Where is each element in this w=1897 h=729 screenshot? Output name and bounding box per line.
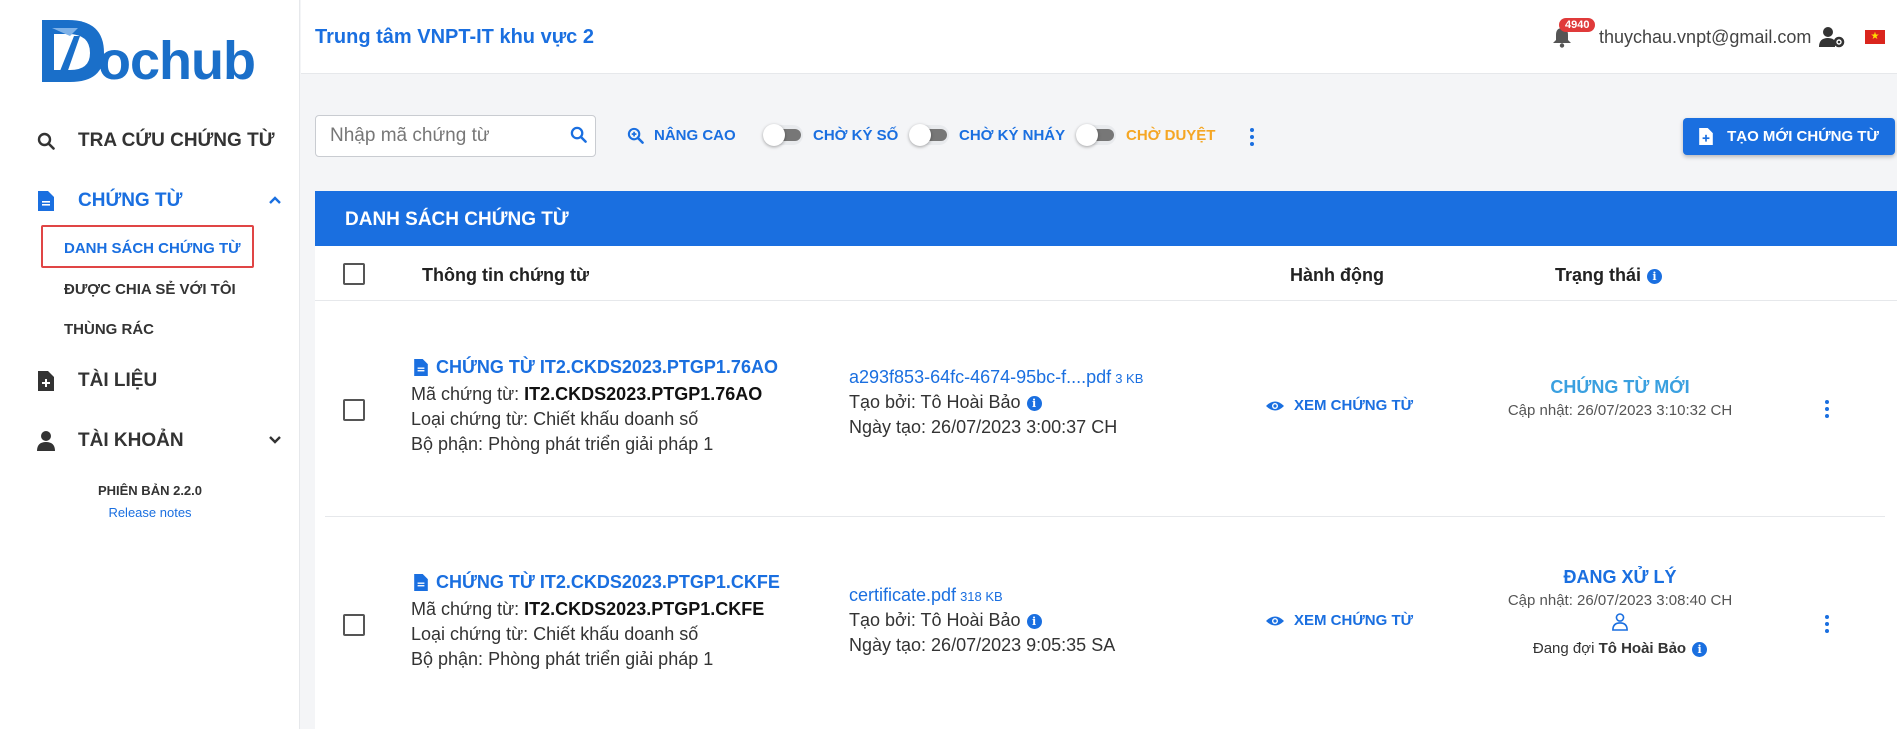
nav-label: TÀI KHOẢN <box>78 430 184 451</box>
toggle-cho-ky-so[interactable]: CHỜ KÝ SỐ <box>763 124 899 146</box>
status-cell: ĐANG XỬ LÝ Cập nhật: 26/07/2023 3:08:40 … <box>1470 567 1770 657</box>
row-more-icon[interactable] <box>1822 398 1832 420</box>
status-badge: ĐANG XỬ LÝ <box>1563 567 1677 587</box>
document-title-link[interactable]: CHỨNG TỪ IT2.CKDS2023.PTGP1.CKFE <box>414 572 780 593</box>
waiting-for: Đang đợi Tô Hoài Bảo i <box>1470 640 1770 657</box>
status-updated: Cập nhật: 26/07/2023 3:08:40 CH <box>1507 592 1733 609</box>
nav-label: TÀI LIỆU <box>78 370 158 391</box>
advanced-search-button[interactable]: NÂNG CAO <box>627 127 736 144</box>
info-icon[interactable]: i <box>1692 641 1708 657</box>
nav-label: CHỨNG TỪ <box>78 190 183 211</box>
view-document-button[interactable]: XEM CHỨNG TỪ <box>1266 397 1413 414</box>
zoom-in-icon <box>627 127 644 144</box>
user-settings-icon[interactable] <box>1819 26 1845 48</box>
document-code: Mã chứng từ: IT2.CKDS2023.PTGP1.76AO <box>411 384 763 404</box>
created-at: Ngày tạo: 26/07/2023 9:05:35 SA <box>849 635 1116 655</box>
chevron-up-icon[interactable] <box>268 190 282 210</box>
file-link[interactable]: certificate.pdf 318 KB <box>849 585 1003 606</box>
search-icon <box>36 131 56 151</box>
document-dept: Bộ phận: Phòng phát triển giải pháp 1 <box>411 434 714 454</box>
column-status: Trạng thái i <box>1555 265 1663 286</box>
nav-chung-tu[interactable]: CHỨNG TỪ <box>36 190 281 212</box>
status-updated: Cập nhật: 26/07/2023 3:10:32 CH <box>1507 402 1733 419</box>
document-type: Loại chứng từ: Chiết khấu doanh số <box>411 409 699 429</box>
column-action: Hành động <box>1290 265 1384 285</box>
table-header: Thông tin chứng từ Hành động Trạng thái i <box>315 246 1897 301</box>
row-checbox[interactable] <box>343 614 365 636</box>
chevron-down-icon[interactable] <box>268 430 282 450</box>
toggle-switch[interactable] <box>763 124 803 146</box>
sidebar: ochub TRA CỨU CHỨNG TỪ CHỨNG TỪ DANH SÁC… <box>0 0 300 729</box>
top-header: Trung tâm VNPT-IT khu vực 2 4940 thuycha… <box>301 0 1897 74</box>
eye-icon <box>1266 616 1284 625</box>
advanced-label: NÂNG CAO <box>654 127 736 144</box>
create-document-button[interactable]: TẠO MỚI CHỨNG TỪ <box>1683 118 1895 155</box>
status-cell: CHỨNG TỪ MỚI Cập nhật: 26/07/2023 3:10:3… <box>1470 377 1770 419</box>
document-icon <box>36 191 56 211</box>
table-row: CHỨNG TỪ IT2.CKDS2023.PTGP1.76AO Mã chứn… <box>315 302 1897 517</box>
info-icon[interactable]: i <box>1026 613 1042 629</box>
table-row: CHỨNG TỪ IT2.CKDS2023.PTGP1.CKFE Mã chứn… <box>315 517 1897 729</box>
created-at: Ngày tạo: 26/07/2023 3:00:37 CH <box>849 417 1118 437</box>
nav-label: TRA CỨU CHỨNG TỪ <box>78 130 275 151</box>
create-label: TẠO MỚI CHỨNG TỪ <box>1727 128 1879 145</box>
sub-danh-sach[interactable]: DANH SÁCH CHỨNG TỪ <box>64 240 241 257</box>
nav-tra-cuu[interactable]: TRA CỨU CHỨNG TỪ <box>36 130 274 152</box>
row-checkbox[interactable] <box>343 399 365 421</box>
created-by: Tạo bởi: Tô Hoài Bảo i <box>849 610 1042 631</box>
document-code: Mã chứng từ: IT2.CKDS2023.PTGP1.CKFE <box>411 599 765 619</box>
more-options-icon[interactable] <box>1247 126 1257 148</box>
assignee-icon <box>1470 613 1770 636</box>
document-list-panel: DANH SÁCH CHỨNG TỪ Thông tin chứng từ Hà… <box>315 191 1897 729</box>
toggle-cho-duyet[interactable]: CHỜ DUYỆT <box>1076 124 1216 146</box>
info-icon[interactable]: i <box>1647 268 1663 284</box>
search-box <box>315 115 596 157</box>
pdf-icon <box>414 359 428 376</box>
toggle-label: CHỜ KÝ SỐ <box>813 126 899 144</box>
vietnam-flag-icon[interactable]: ★ <box>1865 30 1885 44</box>
search-input[interactable] <box>330 125 560 147</box>
info-icon[interactable]: i <box>1026 395 1042 411</box>
nav-tai-lieu[interactable]: TÀI LIỆU <box>36 370 157 392</box>
logo-text: ochub <box>98 31 256 91</box>
notification-badge: 4940 <box>1559 18 1596 32</box>
search-icon[interactable] <box>570 126 588 144</box>
toggle-label: CHỜ DUYỆT <box>1126 126 1216 144</box>
file-plus-icon <box>36 371 56 391</box>
version-text: PHIÊN BẢN 2.2.0 <box>97 483 203 498</box>
toggle-switch[interactable] <box>1076 124 1116 146</box>
file-plus-icon <box>1699 128 1713 145</box>
created-by: Tạo bởi: Tô Hoài Bảo i <box>849 392 1042 413</box>
document-dept: Bộ phận: Phòng phát triển giải pháp 1 <box>411 649 714 669</box>
person-icon <box>36 431 56 451</box>
eye-icon <box>1266 401 1284 410</box>
pdf-icon <box>414 574 428 591</box>
document-type: Loại chứng từ: Chiết khấu doanh số <box>411 624 699 644</box>
column-info: Thông tin chứng từ <box>422 265 590 285</box>
release-notes-link[interactable]: Release notes <box>0 505 300 520</box>
file-link[interactable]: a293f853-64fc-4674-95bc-f....pdf 3 KB <box>849 367 1143 388</box>
toggle-switch[interactable] <box>909 124 949 146</box>
sub-thung-rac[interactable]: THÙNG RÁC <box>64 321 154 338</box>
toggle-cho-ky-nhay[interactable]: CHỜ KÝ NHÁY <box>909 124 1066 146</box>
document-title-link[interactable]: CHỨNG TỪ IT2.CKDS2023.PTGP1.76AO <box>414 357 778 378</box>
status-badge: CHỨNG TỪ MỚI <box>1550 377 1690 397</box>
user-email[interactable]: thuychau.vnpt@gmail.com <box>1599 27 1811 48</box>
view-document-button[interactable]: XEM CHỨNG TỪ <box>1266 612 1413 629</box>
org-title: Trung tâm VNPT-IT khu vực 2 <box>315 26 594 48</box>
select-all-checkbox[interactable] <box>343 263 365 285</box>
dochub-logo[interactable]: ochub <box>38 16 256 88</box>
panel-title: DANH SÁCH CHỨNG TỪ <box>315 191 1897 246</box>
toggle-label: CHỜ KÝ NHÁY <box>959 126 1066 144</box>
row-more-icon[interactable] <box>1822 613 1832 635</box>
sub-chia-se[interactable]: ĐƯỢC CHIA SẺ VỚI TÔI <box>64 281 236 298</box>
nav-tai-khoan[interactable]: TÀI KHOẢN <box>36 430 281 452</box>
